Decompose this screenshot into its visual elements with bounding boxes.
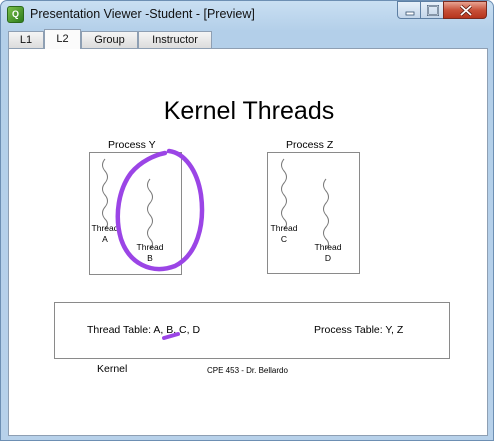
minimize-icon	[405, 11, 415, 16]
tab-group[interactable]: Group	[81, 31, 138, 48]
minimize-button[interactable]	[397, 1, 421, 19]
window-title: Presentation Viewer -Student - [Preview]	[30, 7, 255, 21]
slide-view[interactable]: Kernel Threads Process Y Process Z Threa…	[8, 48, 488, 436]
annotation-circle	[115, 148, 205, 272]
maximize-icon	[427, 5, 439, 16]
tab-bar: L1 L2 Group Instructor	[8, 29, 488, 49]
annotation-underline	[162, 332, 180, 340]
title-bar[interactable]: Q Presentation Viewer -Student - [Previe…	[1, 1, 493, 29]
presentation-viewer-window: Q Presentation Viewer -Student - [Previe…	[0, 0, 494, 441]
app-icon: Q	[7, 6, 24, 23]
tab-instructor[interactable]: Instructor	[138, 31, 212, 48]
tab-l2[interactable]: L2	[44, 29, 81, 49]
maximize-button[interactable]	[420, 1, 444, 19]
tab-l1[interactable]: L1	[8, 31, 44, 48]
close-button[interactable]	[443, 1, 487, 19]
ink-annotations	[115, 148, 205, 340]
close-icon	[459, 4, 473, 17]
